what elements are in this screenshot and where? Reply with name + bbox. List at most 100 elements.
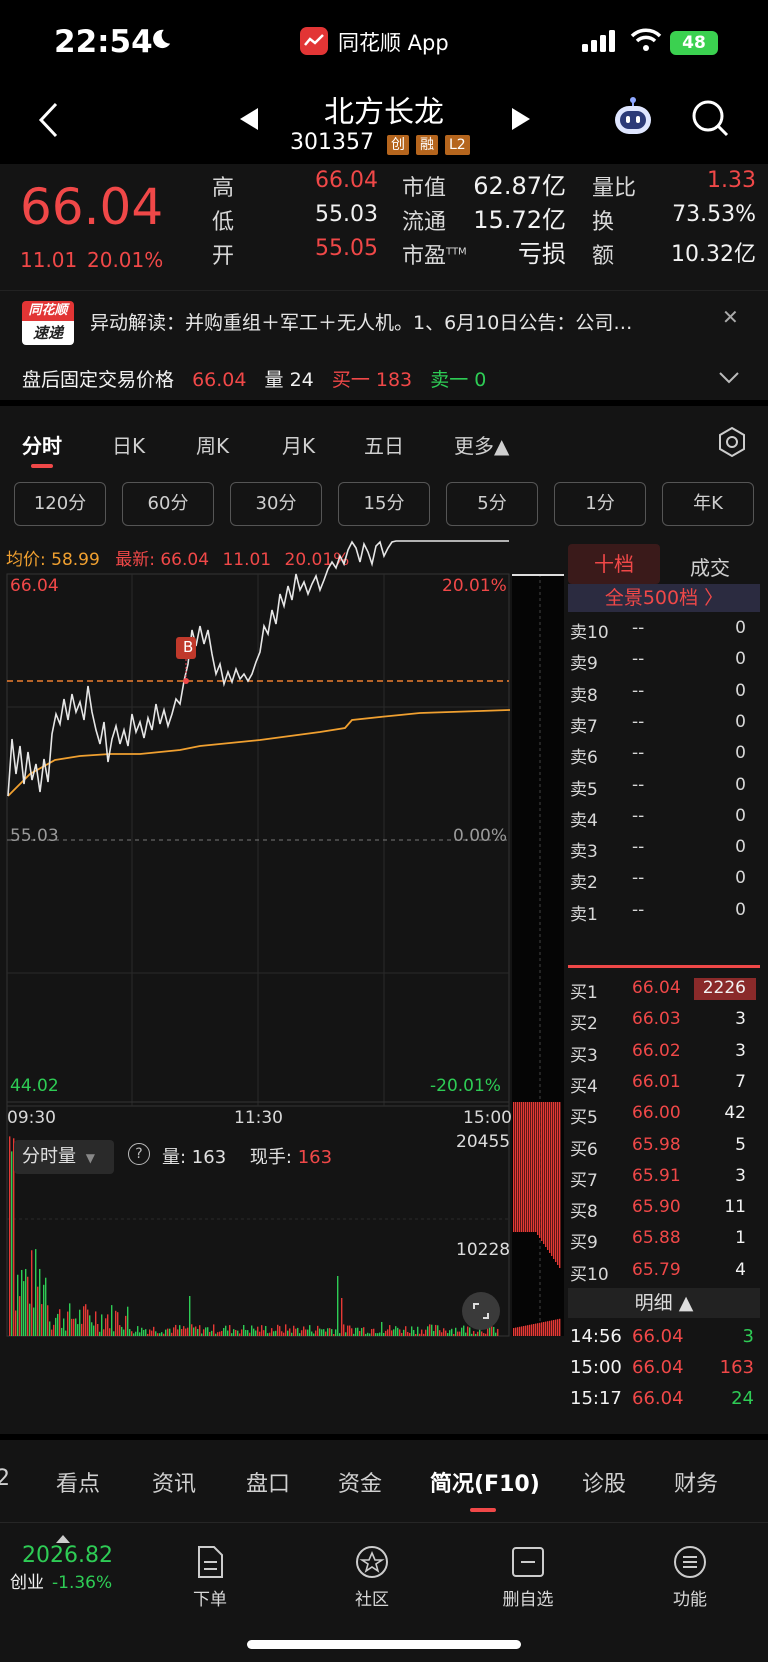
period-30min[interactable]: 30分: [230, 482, 322, 526]
volume-bar: [207, 1327, 209, 1336]
tab-finance[interactable]: 财务: [674, 1466, 718, 1498]
sell-level-row[interactable]: 卖6 -- 0: [570, 739, 760, 770]
function-button[interactable]: 功能: [640, 1545, 740, 1610]
after-hours-volume-bar: [531, 1102, 533, 1232]
period-year-k[interactable]: 年K: [662, 482, 754, 526]
tab-cut-off[interactable]: 2: [0, 1466, 10, 1491]
period-15min[interactable]: 15分: [338, 482, 430, 526]
volume-bar: [407, 1331, 409, 1336]
volume-bar: [197, 1328, 199, 1336]
tab-diagnosis[interactable]: 诊股: [582, 1466, 626, 1498]
sell-level-row[interactable]: 卖7 -- 0: [570, 708, 760, 739]
sell-level-row[interactable]: 卖8 -- 0: [570, 677, 760, 708]
buy-level-row[interactable]: 买1 66.04 2226: [570, 974, 760, 1005]
buy-level-row[interactable]: 买9 65.88 1: [570, 1224, 760, 1255]
volume-bar: [391, 1330, 393, 1336]
volume-bar: [307, 1329, 309, 1336]
period-120min[interactable]: 120分: [14, 482, 106, 526]
full-depth-link[interactable]: 全景500档 〉: [568, 584, 760, 612]
next-stock-icon[interactable]: [510, 106, 532, 132]
volume-bar: [341, 1298, 343, 1336]
post-market-row[interactable]: 盘后固定交易价格 66.04 量 24 买一 183 卖一 0: [22, 365, 486, 392]
tab-trades[interactable]: 成交: [690, 552, 730, 581]
tab-funds[interactable]: 资金: [338, 1466, 382, 1498]
news-banner[interactable]: 同花顺 速递 异动解读：并购重组＋军工＋无人机。1、6月10日公告：公司… ✕ …: [0, 290, 768, 400]
buy-level-price: 65.90: [632, 1197, 681, 1218]
buy-level-label: 买9: [570, 1233, 598, 1254]
buy-level-row[interactable]: 买8 65.90 11: [570, 1193, 760, 1224]
buy-level-row[interactable]: 买5 66.00 42: [570, 1099, 760, 1130]
tab-daily-k[interactable]: 日K: [112, 430, 145, 459]
tab-intraday[interactable]: 分时: [22, 430, 62, 459]
volume-bar: [305, 1329, 307, 1336]
period-5min[interactable]: 5分: [446, 482, 538, 526]
sell-level-row[interactable]: 卖3 -- 0: [570, 833, 760, 864]
tab-news[interactable]: 资讯: [152, 1466, 196, 1498]
after-hours-volume-bar: [543, 1322, 545, 1336]
index-widget[interactable]: 2026.82 创业 -1.36%: [10, 1535, 152, 1593]
settings-hexagon-icon[interactable]: [716, 426, 748, 458]
buy-level-row[interactable]: 买6 65.98 5: [570, 1131, 760, 1162]
order-button[interactable]: 下单: [160, 1545, 260, 1610]
volume-indicator-select[interactable]: 分时量 ▼: [14, 1140, 114, 1174]
volume-bar: [473, 1331, 475, 1336]
buy-level-row[interactable]: 买10 65.79 4: [570, 1256, 760, 1287]
tab-monthly-k[interactable]: 月K: [282, 430, 315, 459]
tab-weekly-k[interactable]: 周K: [196, 430, 229, 459]
community-button[interactable]: 社区: [322, 1545, 422, 1610]
tab-handicap[interactable]: 盘口: [246, 1466, 290, 1498]
after-hours-volume-bar: [549, 1102, 551, 1253]
sell-level-price: --: [632, 649, 645, 670]
volume-bar: [85, 1304, 87, 1336]
volume-bar: [465, 1332, 467, 1336]
sell-level-label: 卖4: [570, 810, 598, 831]
remove-watchlist-button[interactable]: 删自选: [478, 1545, 578, 1610]
fullscreen-icon[interactable]: [462, 1292, 500, 1330]
period-1min[interactable]: 1分: [554, 482, 646, 526]
buy-level-row[interactable]: 买3 66.02 3: [570, 1037, 760, 1068]
post-market-price: 66.04: [192, 369, 247, 391]
volume-bar: [45, 1277, 47, 1336]
volume-bar: [127, 1306, 129, 1336]
tab-profile-f10[interactable]: 简况(F10): [430, 1466, 540, 1498]
tab-more[interactable]: 更多▲: [454, 430, 509, 459]
sell-level-row[interactable]: 卖2 -- 0: [570, 864, 760, 895]
chevron-down-icon[interactable]: [718, 371, 740, 385]
dropdown-arrow-icon: ▼: [85, 1151, 95, 1165]
sell-level-row[interactable]: 卖10 -- 0: [570, 614, 760, 645]
volume-bar: [27, 1276, 29, 1336]
volume-bar: [355, 1327, 357, 1336]
news-close-icon[interactable]: ✕: [722, 305, 739, 329]
after-hours-volume-bar: [549, 1320, 551, 1336]
trade-detail-toggle[interactable]: 明细 ▲: [568, 1288, 760, 1318]
tab-highlights[interactable]: 看点: [56, 1466, 100, 1498]
sell-level-row[interactable]: 卖1 -- 0: [570, 896, 760, 927]
buy-level-label: 买5: [570, 1108, 598, 1129]
news-text[interactable]: 异动解读：并购重组＋军工＋无人机。1、6月10日公告：公司…: [90, 308, 632, 335]
robot-assistant-icon[interactable]: [610, 94, 656, 140]
after-hours-volume-bar: [541, 1102, 543, 1241]
help-icon[interactable]: ?: [128, 1143, 150, 1165]
volume-bar: [421, 1329, 423, 1336]
trade-row: 15:00 66.04 163: [570, 1353, 760, 1384]
sell-level-row[interactable]: 卖9 -- 0: [570, 645, 760, 676]
volume-bar: [51, 1329, 53, 1336]
buy-level-row[interactable]: 买2 66.03 3: [570, 1005, 760, 1036]
after-hours-volume-bar: [551, 1102, 553, 1256]
sell-level-row[interactable]: 卖5 -- 0: [570, 771, 760, 802]
volume-bar: [93, 1325, 95, 1336]
buy-level-row[interactable]: 买7 65.91 3: [570, 1162, 760, 1193]
tab-ten-levels[interactable]: 十档: [568, 544, 660, 584]
sell-level-volume: 0: [735, 680, 746, 701]
stat-label-pe-text: 市盈: [402, 244, 447, 269]
search-icon[interactable]: [690, 98, 730, 138]
period-60min[interactable]: 60分: [122, 482, 214, 526]
sell-level-price: --: [632, 774, 645, 795]
buy-level-label: 买1: [570, 983, 598, 1003]
sell-level-row[interactable]: 卖4 -- 0: [570, 802, 760, 833]
tab-five-day[interactable]: 五日: [364, 430, 404, 459]
volume-bar: [155, 1331, 157, 1336]
info-tabs: 2 看点 资讯 盘口 资金 简况(F10) 诊股 财务: [0, 1440, 768, 1522]
buy-level-row[interactable]: 买4 66.01 7: [570, 1068, 760, 1099]
volume-bar: [495, 1332, 497, 1336]
